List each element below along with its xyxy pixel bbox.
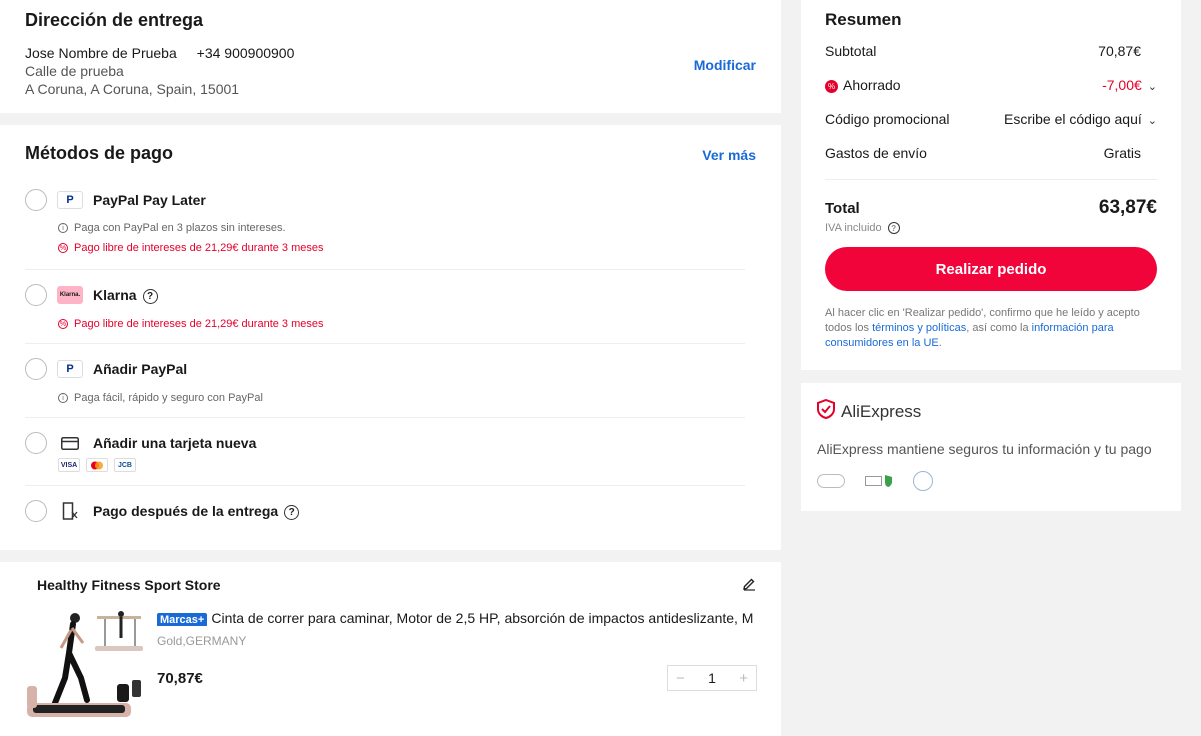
terms-link[interactable]: términos y políticas bbox=[872, 322, 966, 334]
security-card: AliExpress AliExpress mantiene seguros t… bbox=[801, 383, 1181, 511]
saved-value-wrap[interactable]: -7,00€ ⌄ bbox=[1102, 77, 1157, 93]
quantity-value[interactable]: 1 bbox=[708, 670, 716, 686]
shipping-label: Gastos de envío bbox=[825, 145, 927, 161]
address-street: Calle de prueba bbox=[25, 63, 124, 79]
payment-methods-card: Métodos de pago Ver más P PayPal Pay Lat… bbox=[0, 125, 781, 550]
discount-icon: % bbox=[58, 319, 68, 329]
radio-new-card[interactable] bbox=[25, 432, 47, 454]
promo-code-input[interactable]: Escribe el código aquí ⌄ bbox=[1004, 111, 1157, 127]
radio-klarna[interactable] bbox=[25, 284, 47, 306]
store-card: Healthy Fitness Sport Store Marcas+ Cinta… bbox=[0, 562, 781, 736]
saved-label-wrap: % Ahorrado bbox=[825, 77, 901, 93]
verified-badge-icon bbox=[865, 474, 893, 488]
credit-card-icon bbox=[57, 434, 83, 452]
increase-button[interactable]: + bbox=[739, 670, 748, 687]
discount-icon: % bbox=[58, 243, 68, 253]
discount-icon: % bbox=[825, 79, 838, 93]
summary-divider bbox=[825, 179, 1157, 180]
total-row: Total 63,87€ bbox=[825, 197, 1157, 219]
address-city: A Coruna, A Coruna, Spain, 15001 bbox=[25, 81, 240, 97]
delivery-address-title: Dirección de entrega bbox=[25, 10, 204, 30]
info-icon: i bbox=[58, 223, 68, 233]
certification-seal-icon bbox=[913, 471, 933, 491]
chevron-down-icon[interactable]: ⌄ bbox=[1148, 114, 1157, 127]
payment-method-klarna[interactable]: Klarna. Klarna? % Pago libre de intereses… bbox=[25, 270, 745, 344]
radio-add-paypal[interactable] bbox=[25, 358, 47, 380]
payment-note-interest: % Pago libre de intereses de 21,29€ duran… bbox=[58, 242, 324, 254]
payment-method-cash-on-delivery[interactable]: Pago después de la entrega? bbox=[25, 486, 745, 536]
paypal-icon: P bbox=[57, 191, 83, 209]
payment-method-label: PayPal Pay Later bbox=[93, 192, 206, 208]
radio-paypal-later[interactable] bbox=[25, 189, 47, 211]
payment-note-interest: % Pago libre de intereses de 21,29€ duran… bbox=[58, 318, 324, 330]
help-icon[interactable]: ? bbox=[142, 288, 158, 304]
payment-method-label: Añadir una tarjeta nueva bbox=[93, 435, 257, 451]
klarna-icon: Klarna. bbox=[57, 286, 83, 304]
shipping-row: Gastos de envío Gratis bbox=[825, 145, 1157, 161]
brand-badge: Marcas+ bbox=[157, 613, 208, 626]
payment-note: i Paga fácil, rápido y seguro con PayPal bbox=[58, 392, 263, 404]
security-header: AliExpress bbox=[817, 398, 1165, 424]
edit-icon[interactable] bbox=[742, 577, 756, 595]
help-icon[interactable]: ? bbox=[887, 222, 900, 235]
total-label: Total bbox=[825, 199, 860, 217]
security-badges bbox=[817, 471, 1165, 491]
mastercard-icon bbox=[86, 458, 108, 472]
saved-row[interactable]: % Ahorrado -7,00€ ⌄ bbox=[825, 77, 1157, 93]
modify-address-link[interactable]: Modificar bbox=[694, 57, 756, 73]
store-name[interactable]: Healthy Fitness Sport Store bbox=[37, 577, 744, 593]
product-price: 70,87€ bbox=[157, 670, 203, 687]
promo-code-label: Código promocional bbox=[825, 111, 950, 127]
payment-note: i Paga con PayPal en 3 plazos sin interes… bbox=[58, 222, 286, 234]
payment-methods-title: Métodos de pago bbox=[25, 143, 173, 163]
help-icon[interactable]: ? bbox=[284, 504, 300, 520]
vat-included: IVA incluido ? bbox=[825, 222, 900, 235]
subtotal-label: Subtotal bbox=[825, 43, 877, 59]
decrease-button[interactable]: − bbox=[676, 670, 685, 687]
summary-title: Resumen bbox=[825, 10, 902, 29]
shield-icon bbox=[817, 398, 835, 424]
payment-method-label: Pago después de la entrega? bbox=[93, 503, 300, 520]
info-icon: i bbox=[58, 393, 68, 403]
recipient-line: Jose Nombre de Prueba +34 900900900 bbox=[25, 45, 756, 61]
promo-code-row[interactable]: Código promocional Escribe el código aqu… bbox=[825, 111, 1157, 127]
jcb-icon: JCB bbox=[114, 458, 136, 472]
chevron-down-icon[interactable]: ⌄ bbox=[1148, 80, 1157, 93]
security-badge-icon bbox=[817, 474, 845, 488]
product-title[interactable]: Marcas+ Cinta de correr para caminar, Mot… bbox=[157, 610, 757, 626]
cash-on-delivery-icon bbox=[57, 502, 83, 520]
payment-method-new-card[interactable]: Añadir una tarjeta nueva VISA JCB bbox=[25, 418, 745, 486]
recipient-name: Jose Nombre de Prueba bbox=[25, 45, 177, 61]
payment-method-paypal-later[interactable]: P PayPal Pay Later i Paga con PayPal en 3… bbox=[25, 185, 745, 270]
aliexpress-brand: AliExpress bbox=[841, 401, 922, 421]
subtotal-row: Subtotal 70,87€ bbox=[825, 43, 1157, 59]
quantity-stepper[interactable]: − 1 + bbox=[667, 665, 757, 691]
recipient-phone: +34 900900900 bbox=[196, 45, 295, 61]
total-value: 63,87€ bbox=[1098, 197, 1157, 218]
order-summary-card: Resumen Subtotal 70,87€ % Ahorrado -7,00€… bbox=[801, 0, 1181, 370]
legal-notice: Al hacer clic en 'Realizar pedido', conf… bbox=[825, 307, 1140, 349]
saved-value: -7,00€ bbox=[1102, 77, 1142, 93]
radio-cash-on-delivery[interactable] bbox=[25, 500, 47, 522]
subtotal-value: 70,87€ bbox=[1098, 43, 1141, 59]
place-order-button[interactable]: Realizar pedido bbox=[825, 247, 1157, 291]
security-text: AliExpress mantiene seguros tu informaci… bbox=[817, 441, 1152, 457]
paypal-icon: P bbox=[57, 360, 83, 378]
product-variant: Gold,GERMANY bbox=[157, 634, 247, 648]
saved-label: Ahorrado bbox=[843, 77, 901, 93]
payment-method-add-paypal[interactable]: P Añadir PayPal i Paga fácil, rápido y se… bbox=[25, 344, 745, 418]
card-brand-logos: VISA JCB bbox=[58, 458, 136, 472]
payment-method-label: Añadir PayPal bbox=[93, 361, 188, 377]
shipping-value: Gratis bbox=[1103, 145, 1141, 161]
visa-icon: VISA bbox=[58, 458, 80, 472]
product-image[interactable] bbox=[25, 608, 145, 733]
delivery-address-card: Dirección de entrega Jose Nombre de Prue… bbox=[0, 0, 781, 113]
see-more-link[interactable]: Ver más bbox=[702, 147, 756, 163]
payment-method-label: Klarna? bbox=[93, 287, 158, 304]
